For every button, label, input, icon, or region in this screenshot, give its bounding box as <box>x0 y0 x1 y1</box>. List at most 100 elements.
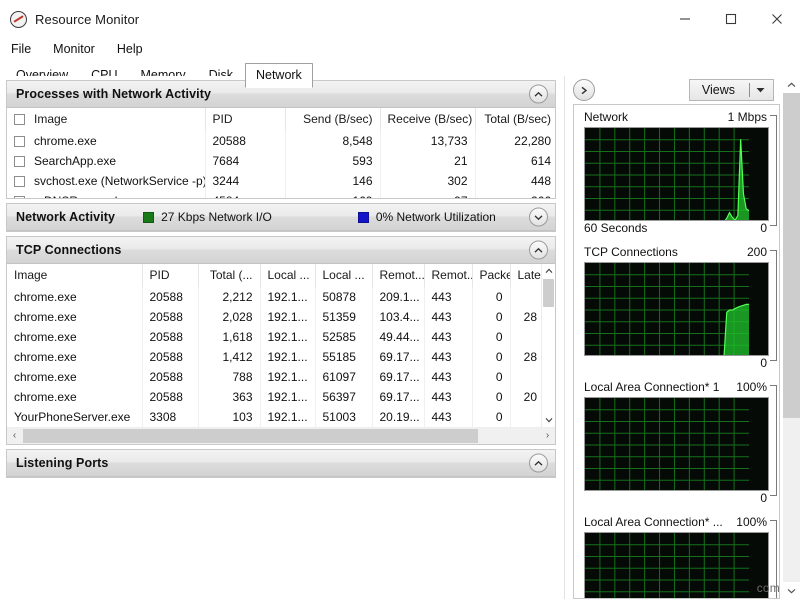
graph-footer: 0 <box>584 356 769 373</box>
graph-block: Local Area Connection* ... 100% <box>574 510 779 598</box>
scroll-left-arrow-icon[interactable]: ‹ <box>7 431 22 441</box>
table-row[interactable]: svchost.exe (NetworkService -p) 3244 146 30… <box>7 171 555 191</box>
close-button[interactable] <box>754 0 800 38</box>
tcp-col-remote-address[interactable]: Remot... <box>372 264 425 287</box>
table-row[interactable]: SearchApp.exe 7684 593 21 614 <box>7 151 555 171</box>
chevron-down-icon[interactable] <box>750 87 773 93</box>
processes-col-total[interactable]: Total (B/sec) <box>475 108 555 131</box>
tcp-local-address-cell: 192.1... <box>260 407 316 427</box>
tcp-section-header[interactable]: TCP Connections <box>7 237 555 264</box>
table-row[interactable]: mDNSResponder.exe 458416997266 <box>7 191 555 198</box>
select-all-checkbox[interactable] <box>14 113 25 125</box>
tcp-latency-cell <box>510 287 544 307</box>
tcp-local-address-cell: 192.1... <box>260 367 316 387</box>
tcp-col-latency[interactable]: Latenc <box>510 264 544 287</box>
row-checkbox[interactable] <box>14 195 25 198</box>
process-image-label: chrome.exe <box>34 134 97 148</box>
tcp-hscroll-thumb[interactable] <box>23 429 478 443</box>
chevron-up-icon[interactable] <box>529 84 548 104</box>
network-io-swatch <box>143 211 155 223</box>
row-checkbox[interactable] <box>14 135 25 147</box>
graph-max-label: 1 Mbps <box>727 110 767 124</box>
resource-monitor-icon <box>10 10 27 28</box>
processes-col-receive[interactable]: Receive (B/sec) <box>380 108 476 131</box>
graph-title: TCP Connections <box>584 245 678 259</box>
tcp-remote-port-cell: 443 <box>424 367 473 387</box>
table-row[interactable]: chrome.exe 20588 8,548 13,733 22,280 <box>7 131 555 151</box>
right-pane-scrollbar[interactable] <box>783 76 800 599</box>
tcp-latency-cell: 28 <box>523 310 537 324</box>
table-row[interactable]: chrome.exe 20588 363 192.1... 56397 69.17... 4… <box>7 387 544 407</box>
network-activity-title: Network Activity <box>16 210 116 224</box>
menu-monitor[interactable]: Monitor <box>51 40 106 58</box>
tcp-local-port-cell: 51003 <box>315 407 373 427</box>
process-image-cell: SearchApp.exe <box>7 151 206 171</box>
tcp-remote-port-cell: 443 <box>424 387 473 407</box>
graph-canvas <box>584 397 769 491</box>
processes-col-send[interactable]: Send (B/sec) <box>285 108 381 131</box>
tcp-table-wrapper[interactable]: Image PID Total (... Local ... Local ...… <box>7 264 555 427</box>
scroll-up-arrow-icon[interactable] <box>542 264 556 278</box>
processes-table: Image PID Send (B/sec) Receive (B/sec) T… <box>7 108 555 198</box>
graph-range-bracket <box>770 115 777 226</box>
scroll-down-arrow-icon[interactable] <box>783 582 800 599</box>
scroll-up-arrow-icon[interactable] <box>783 76 800 93</box>
tcp-col-pid[interactable]: PID <box>142 264 199 287</box>
process-image-label: mDNSResponder.exe <box>34 193 150 198</box>
expand-arrow-icon[interactable] <box>573 79 595 101</box>
tcp-horizontal-scrollbar[interactable]: ‹ › <box>7 427 555 444</box>
tcp-local-address-cell: 192.1... <box>260 327 316 347</box>
processes-col-image-label: Image <box>34 112 68 126</box>
title-bar: Resource Monitor <box>0 0 800 38</box>
scroll-down-arrow-icon[interactable] <box>542 413 556 427</box>
views-button[interactable]: Views <box>688 79 774 101</box>
table-row[interactable]: chrome.exe 20588 2,212 192.1... 50878 209.1..… <box>7 287 544 307</box>
tcp-remote-address-cell: 69.17... <box>372 367 425 387</box>
processes-col-pid[interactable]: PID <box>205 108 286 131</box>
tcp-vertical-scroll-thumb[interactable] <box>543 279 554 307</box>
tcp-image-cell: chrome.exe <box>7 287 143 307</box>
menu-file[interactable]: File <box>9 40 42 58</box>
row-checkbox[interactable] <box>14 175 25 187</box>
tcp-col-local-port[interactable]: Local ... <box>315 264 373 287</box>
graph-min-label: 0 <box>760 491 767 505</box>
graph-header: Local Area Connection* ... 100% <box>584 515 769 532</box>
table-row[interactable]: chrome.exe 20588 1,412 192.1... 55185 69.17..… <box>7 347 544 367</box>
tcp-pid-cell: 20588 <box>142 287 199 307</box>
tcp-col-image[interactable]: Image <box>7 264 143 287</box>
processes-col-image[interactable]: Image <box>7 108 206 131</box>
process-total-cell: 22,280 <box>514 134 551 148</box>
chevron-up-icon[interactable] <box>529 240 548 260</box>
tcp-col-local-address[interactable]: Local ... <box>260 264 316 287</box>
tcp-col-packet-loss[interactable]: Packet... <box>472 264 511 287</box>
network-activity-header[interactable]: Network Activity 27 Kbps Network I/O 0% … <box>7 204 555 231</box>
resource-monitor-window: Resource Monitor File Monitor Help Overv… <box>0 0 800 599</box>
process-total-cell: 448 <box>530 174 551 188</box>
table-row[interactable]: chrome.exe 20588 788 192.1... 61097 69.17... 4… <box>7 367 544 387</box>
row-checkbox[interactable] <box>14 155 25 167</box>
table-row[interactable]: chrome.exe 20588 1,618 192.1... 52585 49.44..… <box>7 327 544 347</box>
chevron-down-icon[interactable] <box>529 207 548 227</box>
maximize-button[interactable] <box>708 0 754 38</box>
process-total-cell: 614 <box>530 154 551 168</box>
table-row[interactable]: chrome.exe 20588 2,028 192.1... 51359 103.4..… <box>7 307 544 327</box>
minimize-button[interactable] <box>662 0 708 38</box>
graph-max-label: 100% <box>736 515 767 529</box>
tcp-remote-port-cell: 443 <box>424 307 473 327</box>
tcp-col-remote-port[interactable]: Remot... <box>424 264 473 287</box>
table-row[interactable]: YourPhoneServer.exe 3308 103 192.1... 51003 2… <box>7 407 544 427</box>
scroll-right-arrow-icon[interactable]: › <box>540 431 555 441</box>
chevron-up-icon[interactable] <box>529 453 548 473</box>
processes-table-wrapper[interactable]: Image PID Send (B/sec) Receive (B/sec) T… <box>7 108 555 198</box>
window-controls <box>662 0 800 38</box>
listening-ports-header[interactable]: Listening Ports <box>7 450 555 477</box>
right-pane-toolbar: Views <box>565 76 800 104</box>
right-scroll-thumb[interactable] <box>783 93 800 418</box>
menu-help[interactable]: Help <box>115 40 154 58</box>
tcp-col-total[interactable]: Total (... <box>198 264 261 287</box>
menu-bar: File Monitor Help <box>0 38 800 60</box>
process-pid-cell: 3244 <box>205 171 286 191</box>
tab-network[interactable]: Network <box>244 63 313 88</box>
tcp-total-cell: 363 <box>198 387 261 407</box>
tcp-local-port-cell: 50878 <box>315 287 373 307</box>
